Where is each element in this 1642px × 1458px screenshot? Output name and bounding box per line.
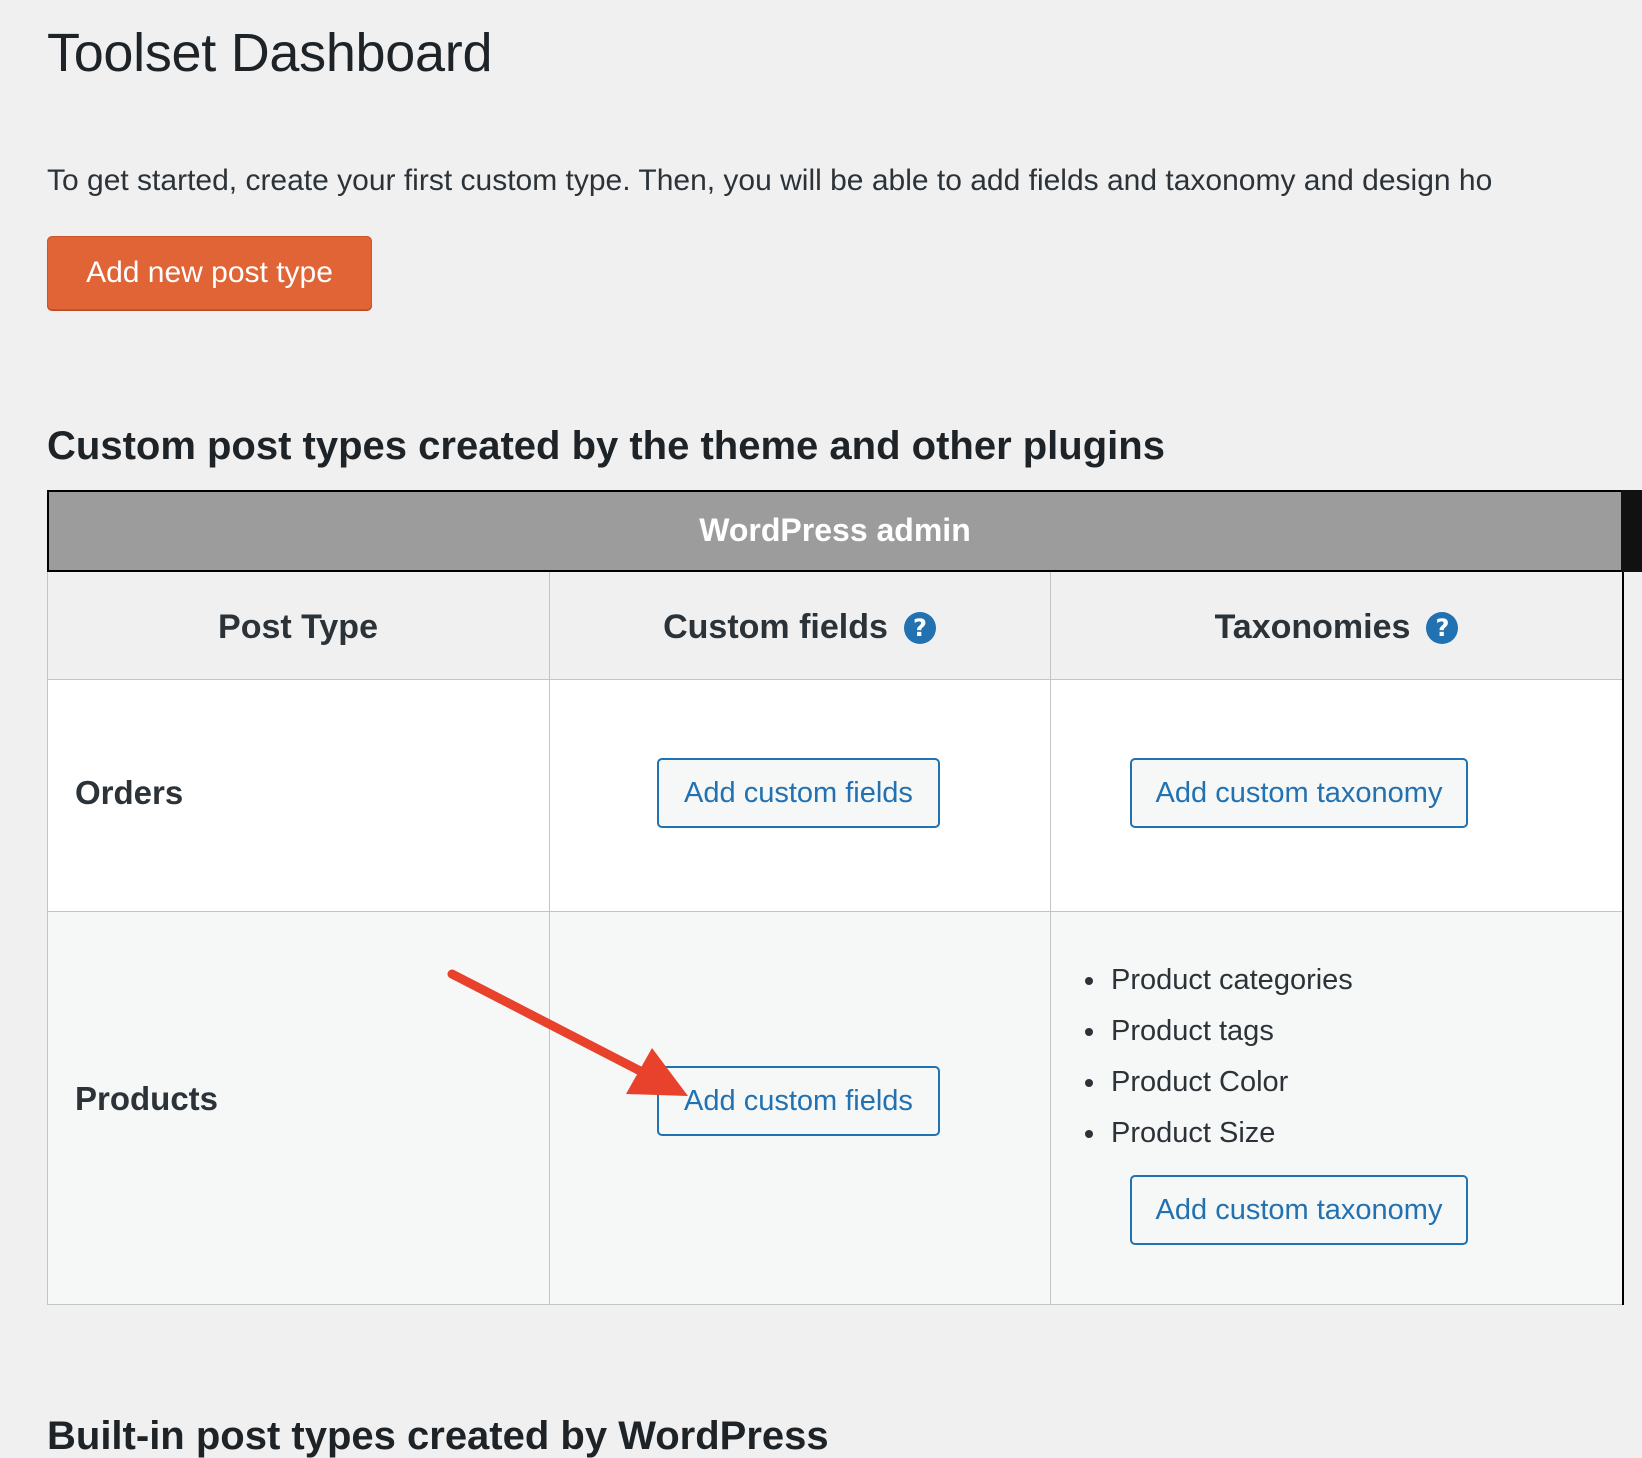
column-header-custom-fields: Custom fields ? — [549, 608, 1050, 647]
add-custom-fields-button[interactable]: Add custom fields — [657, 758, 940, 828]
intro-text: To get started, create your first custom… — [47, 164, 1493, 197]
taxonomy-name: Product categories — [1111, 964, 1353, 996]
column-divider — [1050, 572, 1051, 1305]
column-header-taxonomies: Taxonomies ? — [1050, 608, 1623, 647]
bullet-icon — [1085, 1130, 1093, 1138]
table-border-left — [47, 572, 48, 1305]
column-divider — [549, 572, 550, 1305]
bullet-icon — [1085, 1028, 1093, 1036]
taxonomy-name: Product Size — [1111, 1117, 1276, 1149]
add-custom-taxonomy-button[interactable]: Add custom taxonomy — [1130, 1175, 1468, 1245]
group-header-dark-edge — [1621, 490, 1642, 572]
help-icon[interactable]: ? — [1426, 611, 1459, 644]
builtin-post-types-heading: Built-in post types created by WordPress — [47, 1414, 829, 1458]
list-item: Product Size — [1085, 1115, 1353, 1166]
toolset-dashboard-page: Toolset Dashboard To get started, create… — [0, 0, 1642, 1458]
column-header-post-type: Post Type — [47, 608, 549, 647]
column-header-post-type-label: Post Type — [218, 608, 378, 646]
post-type-name: Products — [75, 1080, 219, 1117]
taxonomy-name: Product Color — [1111, 1066, 1289, 1098]
table-header-row: Post Type Custom fields ? Taxonomies ? — [47, 572, 1623, 680]
bullet-icon — [1085, 977, 1093, 985]
list-item: Product categories — [1085, 962, 1353, 1013]
taxonomy-name: Product tags — [1111, 1015, 1274, 1047]
add-new-post-type-button[interactable]: Add new post type — [47, 236, 372, 310]
column-header-custom-fields-label: Custom fields — [663, 608, 888, 646]
page-title: Toolset Dashboard — [47, 23, 493, 83]
help-icon[interactable]: ? — [903, 611, 936, 644]
add-custom-fields-button[interactable]: Add custom fields — [657, 1066, 940, 1136]
post-type-name: Orders — [75, 774, 184, 811]
bullet-icon — [1085, 1079, 1093, 1087]
add-custom-taxonomy-button[interactable]: Add custom taxonomy — [1130, 758, 1468, 828]
column-header-taxonomies-label: Taxonomies — [1214, 608, 1411, 646]
custom-post-types-heading: Custom post types created by the theme a… — [47, 424, 1165, 468]
taxonomy-list: Product categories Product tags Product … — [1085, 962, 1353, 1166]
table-row: Products Add custom fields Product categ… — [47, 912, 1623, 1305]
group-header-bar: WordPress admin — [47, 490, 1623, 572]
list-item: Product tags — [1085, 1013, 1353, 1064]
table-row: Orders Add custom fields Add custom taxo… — [47, 680, 1623, 912]
group-header-label: WordPress admin — [699, 512, 971, 548]
list-item: Product Color — [1085, 1064, 1353, 1115]
table-border-right — [1622, 572, 1624, 1305]
